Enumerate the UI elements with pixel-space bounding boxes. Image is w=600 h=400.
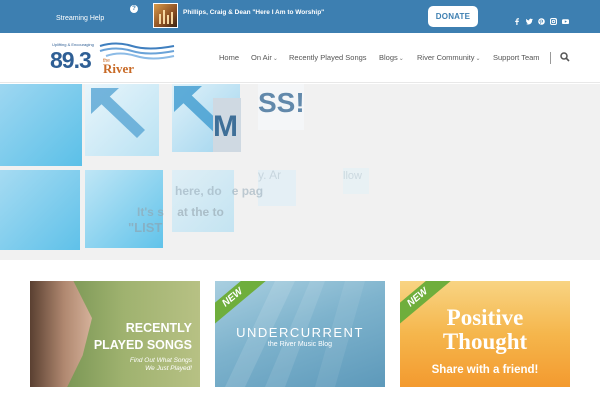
chevron-down-icon: ⌄ xyxy=(475,56,481,62)
hero-text-fragment: "LIST xyxy=(128,220,163,235)
hero-text-fragment: It's s at the to xyxy=(137,205,224,219)
instagram-icon[interactable] xyxy=(550,12,557,25)
now-playing-album-art[interactable] xyxy=(153,3,178,28)
card-subtitle: the River Music Blog xyxy=(267,341,333,348)
main-nav: Home On Air⌄ Recently Played Songs Blogs… xyxy=(0,52,600,65)
twitter-icon[interactable] xyxy=(526,12,533,25)
youtube-icon[interactable] xyxy=(562,12,569,24)
listener-photo xyxy=(30,281,92,387)
pinterest-icon[interactable] xyxy=(538,12,545,25)
nav-item-support-team[interactable]: Support Team xyxy=(493,53,540,62)
hero-slider[interactable]: M SS! y. Ar llow here, do e pag It's s a… xyxy=(0,84,600,260)
nav-item-on-air[interactable]: On Air⌄ xyxy=(251,53,278,62)
top-bar: Streaming Help ? Phillips, Craig & Dean … xyxy=(0,0,600,33)
svg-text:SS!: SS! xyxy=(258,87,304,118)
hero-tile xyxy=(85,84,159,156)
chevron-down-icon: ⌄ xyxy=(398,56,404,62)
social-links xyxy=(514,12,569,25)
streaming-help-link[interactable]: Streaming Help xyxy=(56,15,104,22)
main-header: Uplifting & Encouraging 89.3 the River H… xyxy=(0,33,600,83)
card-title: Thought xyxy=(442,329,528,354)
nav-item-recently-played[interactable]: Recently Played Songs xyxy=(289,53,367,62)
card-title: RECENTLY PLAYED SONGS xyxy=(93,321,192,352)
card-title: UNDERCURRENT xyxy=(236,325,364,340)
hero-text-fragment: y. Ar xyxy=(258,168,282,182)
undercurrent-blog-card[interactable]: NEW UNDERCURRENT the River Music Blog xyxy=(215,281,385,387)
page: Streaming Help ? Phillips, Craig & Dean … xyxy=(0,0,600,400)
recently-played-card[interactable]: RECENTLY PLAYED SONGS Find Out What Song… xyxy=(30,281,200,387)
now-playing-text[interactable]: Phillips, Craig & Dean "Here I Am to Wor… xyxy=(183,9,324,16)
chevron-down-icon: ⌄ xyxy=(272,56,278,62)
hero-tile xyxy=(0,84,82,166)
positive-thought-card[interactable]: NEW Positive Thought Share with a friend… xyxy=(400,281,570,387)
nav-item-river-community[interactable]: River Community⌄ xyxy=(417,53,481,62)
card-subtitle: Share with a friend! xyxy=(431,364,539,376)
hero-tile: M xyxy=(213,98,241,152)
hero-text-fragment: here, do e pag xyxy=(175,184,264,198)
svg-text:M: M xyxy=(213,110,238,143)
hero-tile: SS! xyxy=(258,84,304,130)
donate-button[interactable]: DONATE xyxy=(428,6,478,27)
search-icon[interactable] xyxy=(560,52,570,62)
facebook-icon[interactable] xyxy=(514,12,520,25)
hero-tile xyxy=(172,170,234,232)
question-circle-icon[interactable]: ? xyxy=(130,5,138,13)
card-subtitle: Find Out What Songs We Just Played! xyxy=(129,357,192,372)
nav-item-home[interactable]: Home xyxy=(219,53,239,62)
nav-divider xyxy=(550,52,551,64)
card-title: Positive xyxy=(446,305,524,330)
nav-item-blogs[interactable]: Blogs⌄ xyxy=(379,53,404,62)
hero-tile xyxy=(0,170,80,250)
hero-text-fragment: llow xyxy=(343,170,362,182)
